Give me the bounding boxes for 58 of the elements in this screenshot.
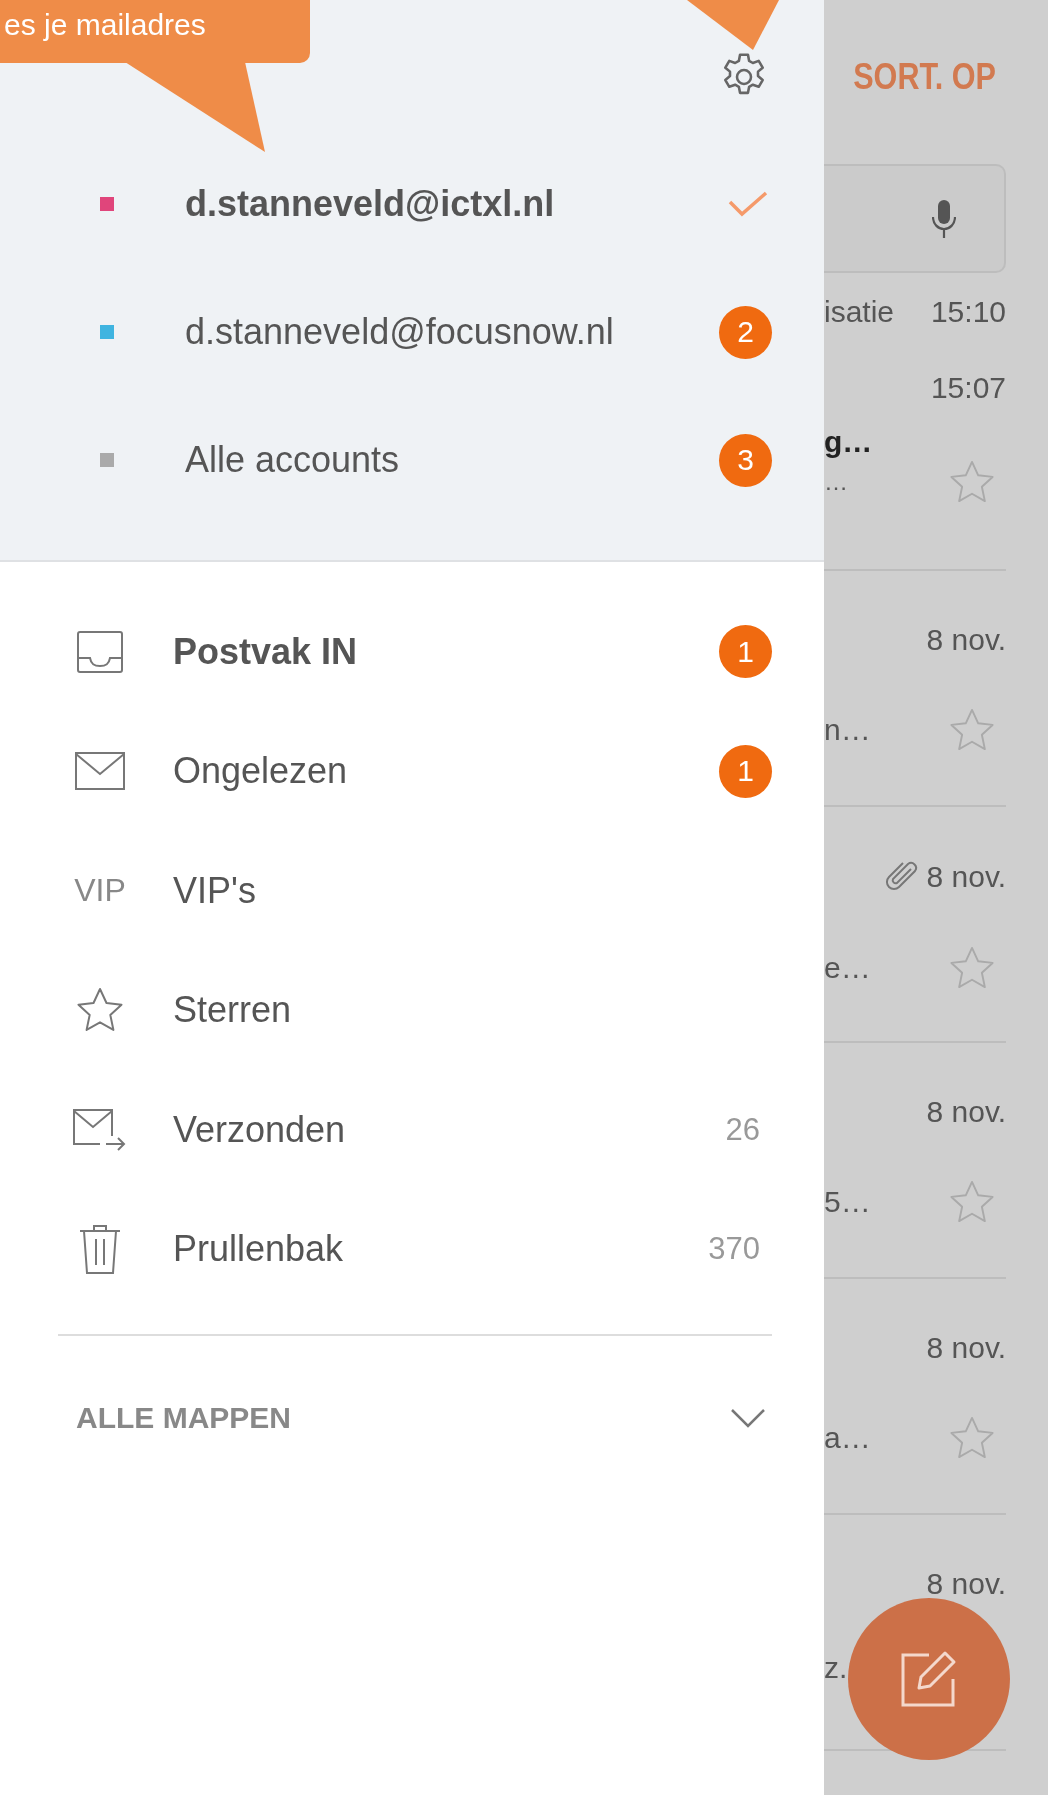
message-preview: 5… (824, 1185, 871, 1219)
unread-count-badge: 1 (719, 625, 772, 679)
message-preview: e… (824, 951, 871, 985)
message-date: 8 nov. (926, 623, 1006, 657)
account-email: Alle accounts (185, 439, 401, 481)
message-row[interactable]: 8 nov. e… (824, 807, 1006, 1043)
folder-label: Postvak IN (173, 630, 359, 673)
message-subject: g… (824, 425, 874, 459)
callout-text: es je mailadres (4, 8, 206, 42)
account-item[interactable]: d.stanneveld@focusnow.nl 2 (0, 268, 824, 396)
trash-icon (78, 1223, 122, 1276)
account-item[interactable]: d.stanneveld@ictxl.nl (0, 140, 824, 268)
folder-label: Verzonden (173, 1108, 347, 1151)
unread-count-badge: 3 (719, 433, 772, 487)
folder-label: Sterren (173, 989, 293, 1032)
star-icon[interactable] (948, 1415, 996, 1461)
folder-item[interactable]: VIP VIP's (0, 831, 824, 951)
star-icon[interactable] (948, 945, 996, 991)
message-time: 15:10 (930, 295, 1006, 330)
account-email: d.stanneveld@focusnow.nl (185, 311, 615, 353)
all-folders-toggle[interactable]: ALLE MAPPEN (0, 1358, 824, 1478)
folder-item[interactable]: Postvak IN 1 (0, 592, 824, 712)
message-preview: z. (824, 1651, 848, 1685)
envelope-icon (74, 751, 126, 792)
message-preview: a… (824, 1421, 871, 1455)
star-icon[interactable] (948, 459, 996, 505)
message-preview: … (824, 468, 848, 496)
message-row[interactable]: 8 nov. n… (824, 571, 1006, 807)
message-row[interactable]: 8 nov. 5… (824, 1043, 1006, 1279)
sent-mail-icon (72, 1107, 128, 1152)
folder-label: Prullenbak (173, 1228, 345, 1271)
folder-item[interactable]: Prullenbak 370 (0, 1189, 824, 1309)
account-email: d.stanneveld@ictxl.nl (185, 183, 556, 225)
message-date: 8 nov. (926, 860, 1006, 894)
unread-count-badge: 2 (719, 305, 772, 359)
message-count: 26 (725, 1111, 760, 1148)
message-preview: n… (824, 713, 871, 747)
folder-label: VIP's (173, 869, 257, 912)
inbox-tray-icon (76, 629, 124, 674)
all-folders-label: ALLE MAPPEN (76, 1401, 291, 1435)
message-row[interactable]: 8 nov. a… (824, 1279, 1006, 1515)
message-date: 8 nov. (926, 1095, 1006, 1129)
check-icon (728, 190, 768, 218)
message-count: 370 (708, 1231, 760, 1268)
unread-count-badge: 1 (719, 744, 772, 798)
account-item[interactable]: Alle accounts 3 (0, 396, 824, 524)
vip-icon: VIP (74, 872, 126, 910)
folder-item[interactable]: Ongelezen 1 (0, 711, 824, 831)
message-date: 8 nov. (926, 1331, 1006, 1365)
message-time: 15:07 (930, 371, 1006, 405)
sender-text: isatie (824, 295, 895, 330)
folder-item[interactable]: Sterren (0, 950, 824, 1070)
star-icon[interactable] (948, 707, 996, 753)
folder-label: Ongelezen (173, 750, 349, 793)
folder-item[interactable]: Verzonden 26 (0, 1070, 824, 1190)
message-date: 8 nov. (926, 1567, 1006, 1601)
search-field[interactable] (824, 164, 1006, 273)
star-icon[interactable] (948, 1179, 996, 1225)
